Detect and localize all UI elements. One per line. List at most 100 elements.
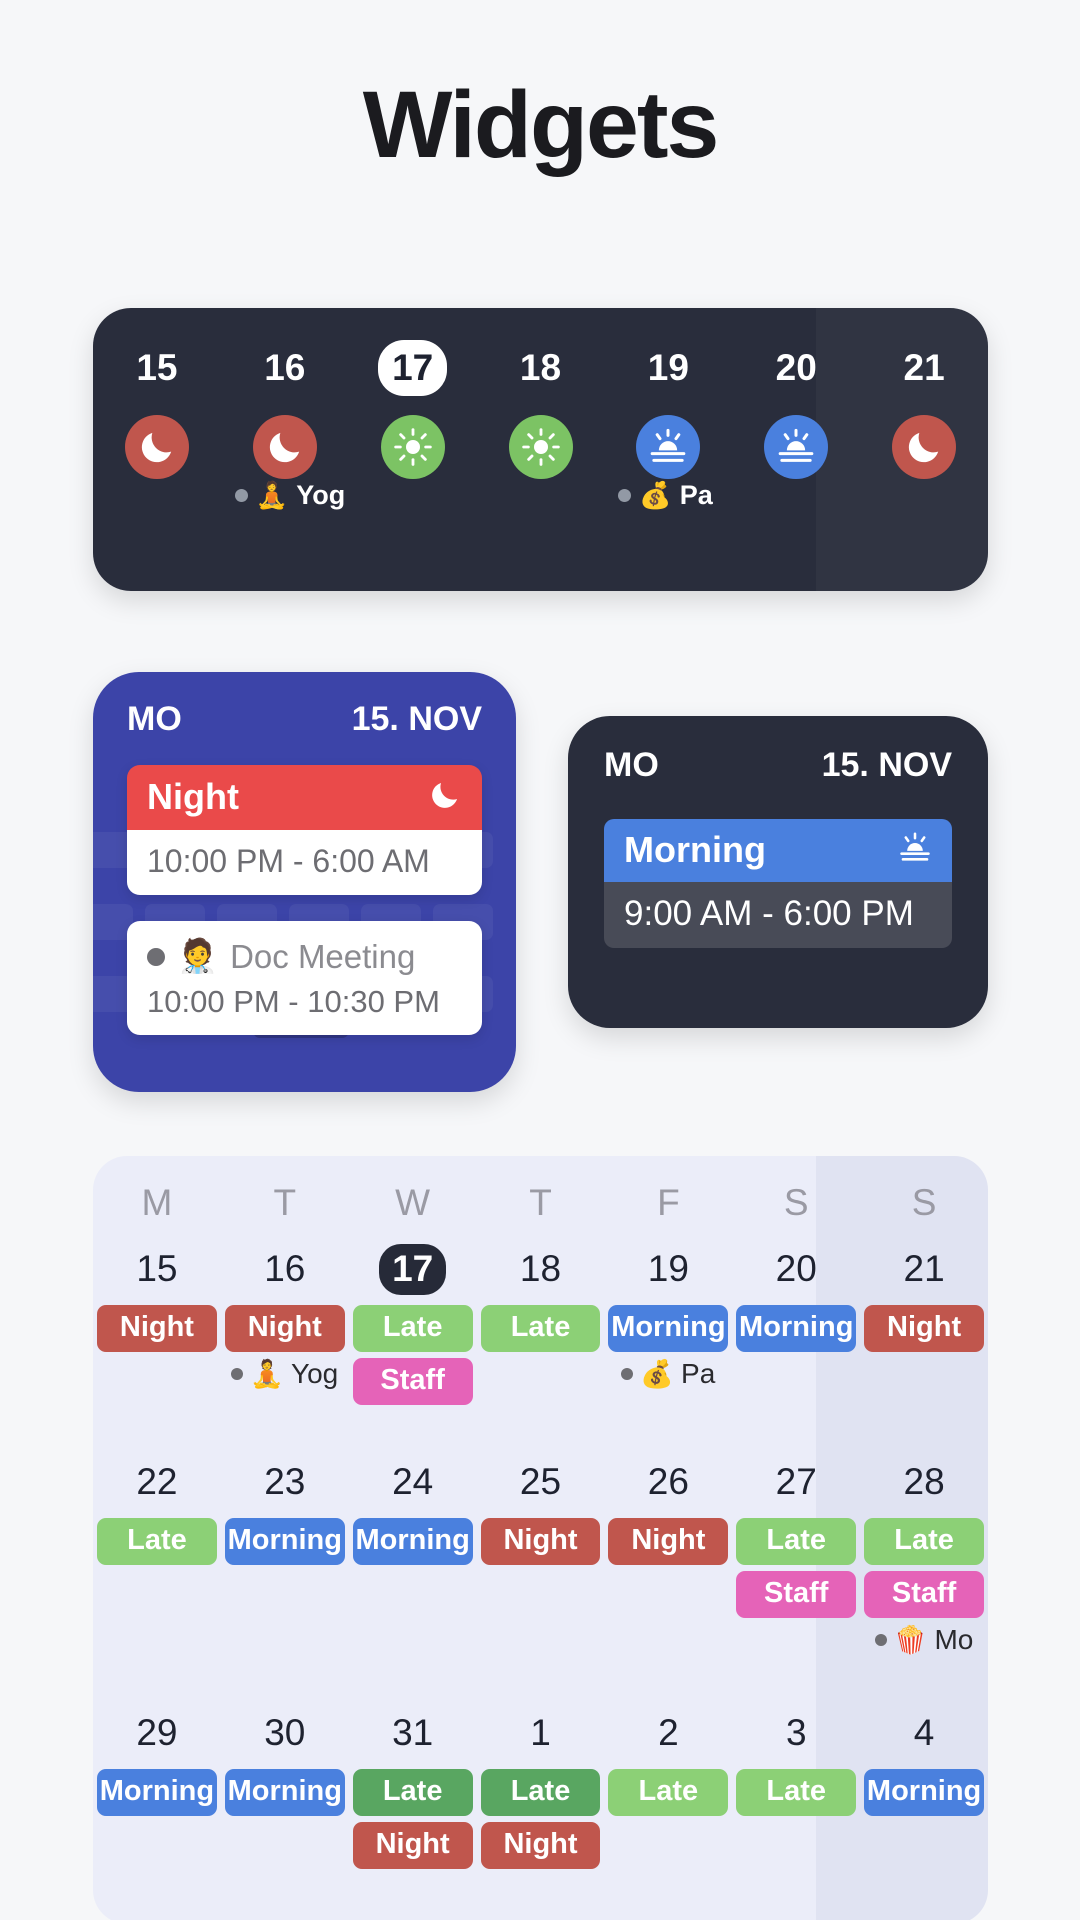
event-emoji-icon: 🧘	[255, 480, 289, 510]
shift-chip[interactable]: Morning	[224, 1518, 345, 1565]
event-label: Pa	[679, 480, 713, 510]
month-day-cell[interactable]: 29 Morning	[93, 1696, 221, 1875]
month-day-cell[interactable]: 20 Morning	[732, 1232, 860, 1411]
event-label: Yog	[290, 1358, 339, 1389]
month-day-cell[interactable]: 15 Night	[93, 1232, 221, 1411]
week-day-column[interactable]: 17	[349, 308, 477, 591]
month-day-number: 18	[519, 1248, 562, 1289]
month-day-cell[interactable]: 18 Late	[477, 1232, 605, 1411]
month-day-cell[interactable]: 31 Late Night	[349, 1696, 477, 1875]
blue-widget-header: MO 15. NOV	[93, 700, 516, 739]
month-day-number: 4	[913, 1712, 935, 1753]
month-day-number: 23	[264, 1461, 306, 1502]
dark-day-widget[interactable]: MO 15. NOV Morning 9:00 AM - 6:00 PM	[568, 716, 988, 1028]
week-day-column[interactable]: 18	[477, 308, 605, 591]
sun-icon	[508, 415, 573, 479]
month-day-cell[interactable]: 2 Late	[604, 1696, 732, 1875]
sunrise-icon	[636, 415, 701, 479]
month-event[interactable]: 💰 Pa	[608, 1358, 728, 1390]
month-event[interactable]: 🧘 Yog	[225, 1358, 345, 1390]
week-day-column[interactable]: 15	[93, 308, 221, 591]
event-emoji-icon: 💰	[639, 480, 672, 510]
shift-chip[interactable]: Morning	[736, 1305, 857, 1352]
sunrise-icon	[764, 415, 829, 479]
month-day-cell[interactable]: 3 Late	[732, 1696, 860, 1875]
shift-chip[interactable]: Late	[480, 1305, 601, 1352]
month-day-cell[interactable]: 21 Night	[860, 1232, 988, 1411]
shift-chip[interactable]: Morning	[224, 1769, 345, 1816]
dark-widget-weekday: MO	[604, 746, 659, 784]
shift-chip[interactable]: Night	[352, 1822, 473, 1869]
month-day-cell[interactable]: 1 Late Night	[477, 1696, 605, 1875]
month-day-cell[interactable]: 30 Morning	[221, 1696, 349, 1875]
blue-day-widget[interactable]: MO 15. NOV Night 10:00 PM - 6:00 AM 🧑‍⚕️…	[93, 672, 516, 1092]
shift-chip[interactable]: Staff	[352, 1358, 473, 1405]
shift-chip[interactable]: Night	[864, 1305, 985, 1352]
shift-card-morning[interactable]: Morning 9:00 AM - 6:00 PM	[604, 819, 952, 948]
week-day-column[interactable]: 19	[604, 308, 732, 591]
week-day-number: 18	[519, 347, 562, 388]
month-day-number: 24	[392, 1461, 434, 1502]
event-card-doc-meeting[interactable]: 🧑‍⚕️ Doc Meeting 10:00 PM - 10:30 PM	[127, 921, 482, 1035]
shift-chip[interactable]: Morning	[352, 1518, 473, 1565]
event-emoji-icon: 💰	[640, 1359, 675, 1389]
month-day-cell[interactable]: 23 Morning	[221, 1445, 349, 1662]
month-day-cell[interactable]: 25 Night	[477, 1445, 605, 1662]
shift-chip[interactable]: Staff	[864, 1571, 985, 1618]
moon-icon	[252, 415, 317, 479]
shift-time: 10:00 PM - 6:00 AM	[127, 830, 482, 895]
week-day-column[interactable]: 20	[732, 308, 860, 591]
month-week-row: 15 Night 16 Night 🧘 Yog 17 Late Staff 18 Late 19 Mor…	[93, 1232, 988, 1411]
shift-chip[interactable]: Late	[736, 1518, 857, 1565]
week-day-number: 20	[775, 347, 817, 388]
shift-chip[interactable]: Late	[352, 1305, 473, 1352]
shift-chip[interactable]: Late	[608, 1769, 729, 1816]
month-day-number: 1	[530, 1712, 551, 1753]
month-day-cell[interactable]: 26 Night	[604, 1445, 732, 1662]
month-day-cell[interactable]: 17 Late Staff	[349, 1232, 477, 1411]
shift-chip[interactable]: Late	[352, 1769, 473, 1816]
month-day-cell[interactable]: 28 Late Staff 🍿 Mo	[860, 1445, 988, 1662]
event-label: Pa	[681, 1358, 716, 1389]
month-day-cell[interactable]: 4 Morning	[860, 1696, 988, 1875]
shift-chip[interactable]: Night	[224, 1305, 345, 1352]
week-spacer	[93, 1662, 988, 1696]
weekday-label: T	[529, 1182, 552, 1223]
event-emoji-icon: 🧘	[250, 1359, 284, 1389]
month-event[interactable]: 🍿 Mo	[864, 1624, 984, 1656]
month-day-number: 27	[775, 1461, 817, 1502]
month-calendar-widget[interactable]: M T W T F S S 15 Night 16 Night 🧘 Yog 17 Late Staff 18 La…	[93, 1156, 988, 1920]
shift-chip[interactable]: Late	[736, 1769, 857, 1816]
month-day-number: 17	[353, 1232, 473, 1305]
shift-chip[interactable]: Late	[864, 1518, 985, 1565]
month-day-number: 22	[136, 1461, 178, 1502]
shift-card-night[interactable]: Night 10:00 PM - 6:00 AM	[127, 765, 482, 895]
month-day-cell[interactable]: 22 Late	[93, 1445, 221, 1662]
month-day-number: 3	[785, 1712, 807, 1753]
shift-chip[interactable]: Morning	[97, 1769, 217, 1816]
shift-card-header: Night	[127, 765, 482, 830]
shift-chip[interactable]: Morning	[864, 1769, 985, 1816]
week-event[interactable]: 🧘 Yog	[234, 480, 345, 511]
page-title: Widgets	[362, 72, 720, 178]
shift-chip[interactable]: Late	[97, 1518, 217, 1565]
week-day-number: 15	[136, 347, 178, 388]
shift-chip[interactable]: Night	[480, 1518, 601, 1565]
shift-chip[interactable]: Morning	[608, 1305, 729, 1352]
month-day-cell[interactable]: 27 Late Staff	[732, 1445, 860, 1662]
week-strip-widget[interactable]: 15 16 17 18 19 20 21 🧘 Yog 💰 Pa	[93, 308, 988, 591]
shift-chip[interactable]: Staff	[736, 1571, 857, 1618]
week-event[interactable]: 💰 Pa	[618, 480, 713, 511]
shift-chip[interactable]: Night	[608, 1518, 729, 1565]
month-day-cell[interactable]: 19 Morning 💰 Pa	[604, 1232, 732, 1411]
week-day-column[interactable]: 21	[860, 308, 988, 591]
week-day-column[interactable]: 16	[221, 308, 349, 591]
month-day-cell[interactable]: 24 Morning	[349, 1445, 477, 1662]
month-day-number: 29	[136, 1712, 178, 1753]
shift-chip[interactable]: Night	[480, 1822, 601, 1869]
shift-chip[interactable]: Late	[480, 1769, 601, 1816]
month-day-number: 30	[264, 1712, 306, 1753]
month-day-cell[interactable]: 16 Night 🧘 Yog	[221, 1232, 349, 1411]
shift-card-header: Morning	[604, 819, 952, 882]
shift-chip[interactable]: Night	[97, 1305, 217, 1352]
